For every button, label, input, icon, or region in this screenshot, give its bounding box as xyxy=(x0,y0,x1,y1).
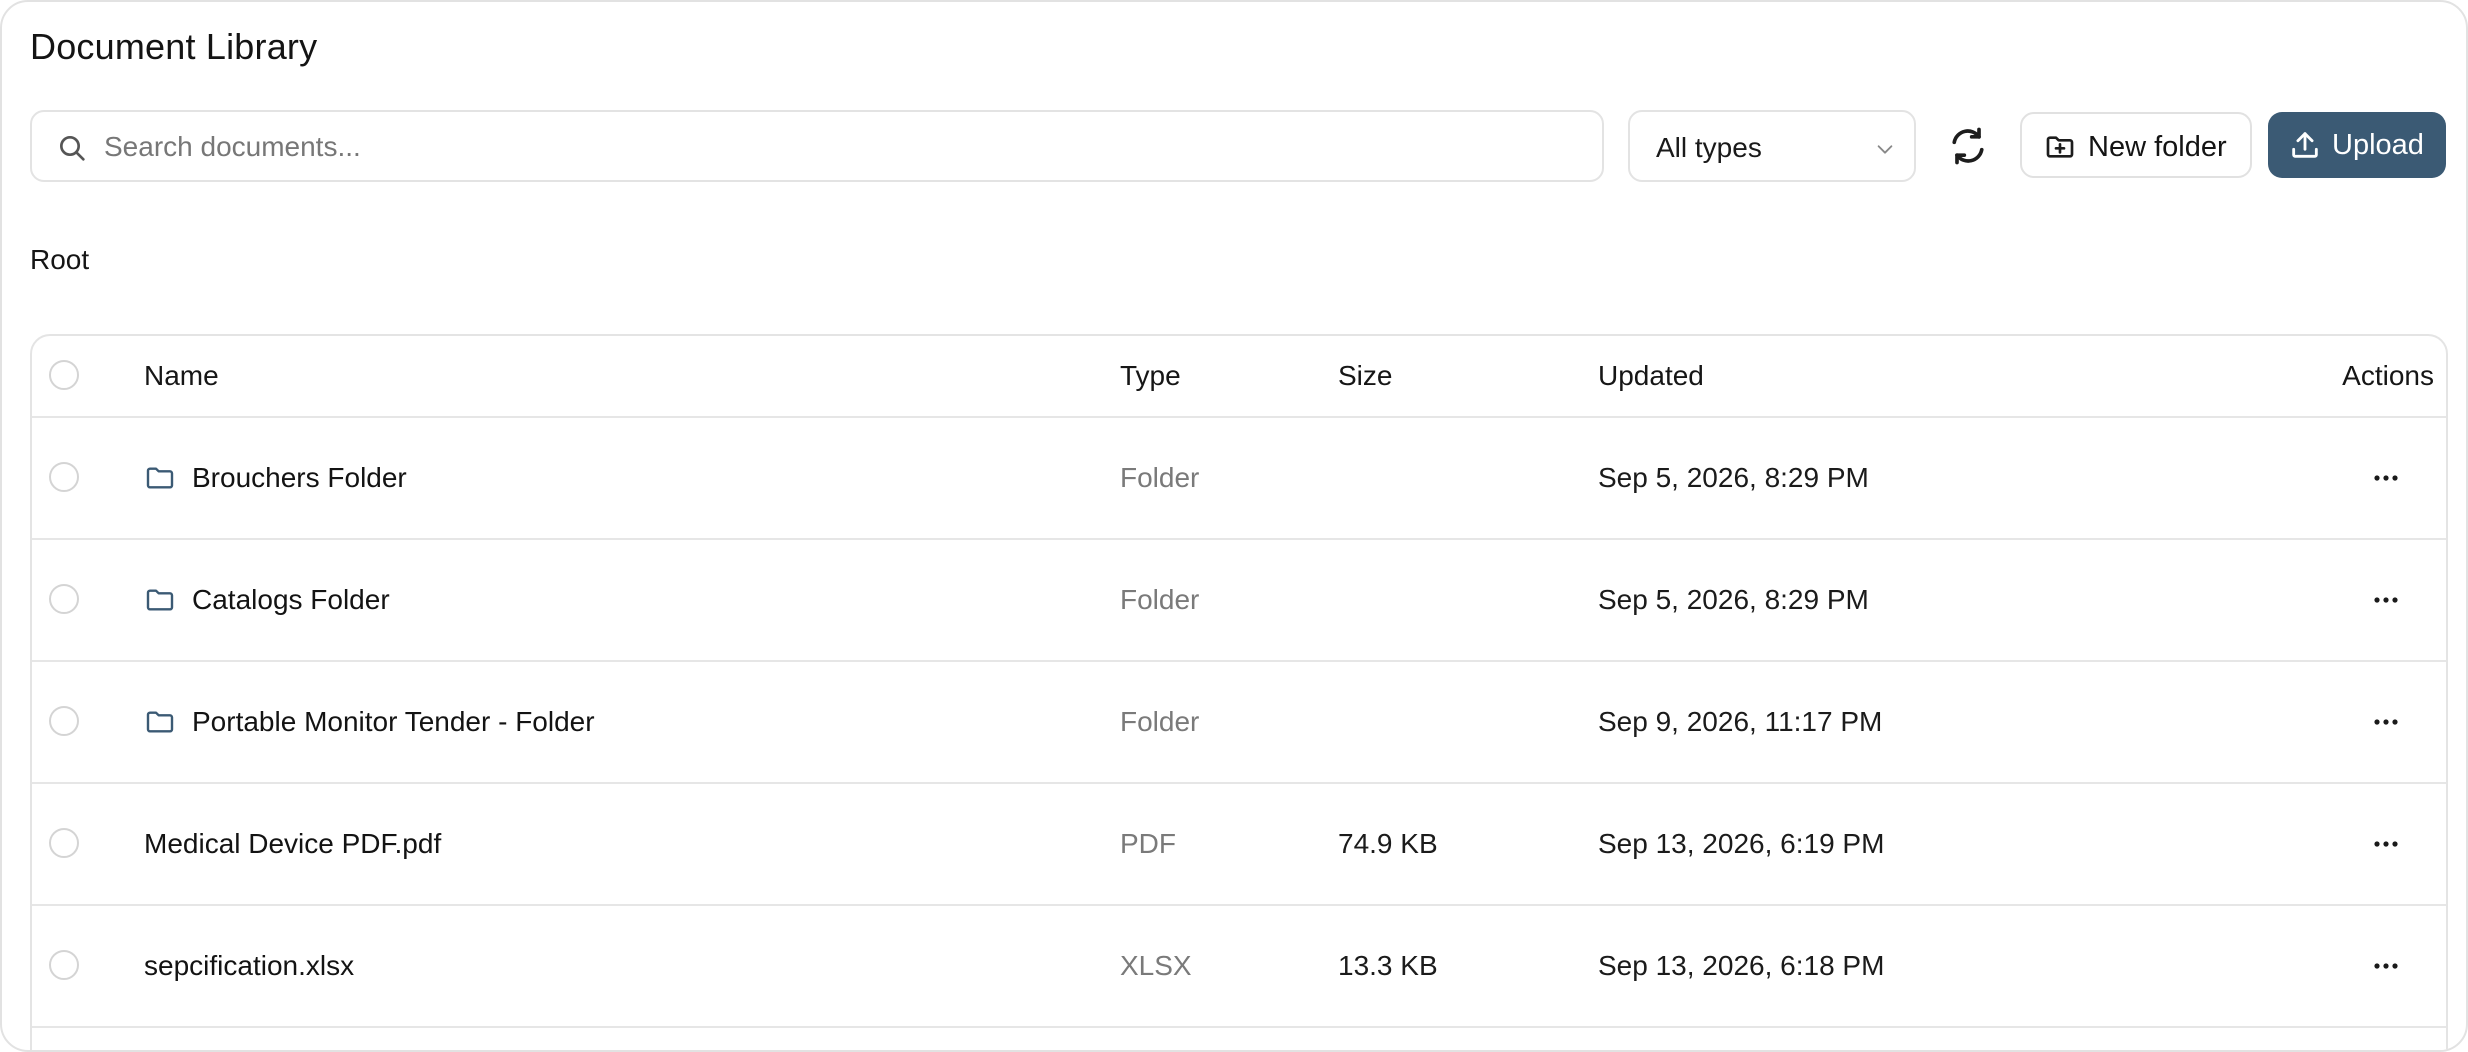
column-header-size[interactable]: Size xyxy=(1338,360,1392,392)
upload-label: Upload xyxy=(2332,129,2424,161)
type-filter-select[interactable]: All types xyxy=(1628,110,1916,182)
upload-icon xyxy=(2292,132,2318,158)
row-updated: Sep 9, 2026, 11:17 PM xyxy=(1598,706,1883,737)
row-updated: Sep 13, 2026, 6:19 PM xyxy=(1598,828,1885,859)
search-input[interactable] xyxy=(104,126,1584,168)
select-all-checkbox[interactable] xyxy=(49,360,79,390)
row-type: Folder xyxy=(1120,706,1200,737)
folder-icon xyxy=(146,589,174,611)
row-updated: Sep 5, 2026, 8:29 PM xyxy=(1598,584,1869,615)
search-box[interactable] xyxy=(30,110,1604,182)
row-name[interactable]: Medical Device PDF.pdf xyxy=(144,828,441,860)
table-row[interactable]: Portable Monitor Tender - Folder Folder … xyxy=(32,662,2446,784)
row-checkbox[interactable] xyxy=(49,828,79,858)
more-actions-icon[interactable] xyxy=(2368,950,2404,982)
table-row[interactable]: Medical Device PDF.pdf PDF 74.9 KB Sep 1… xyxy=(32,784,2446,906)
row-checkbox[interactable] xyxy=(49,462,79,492)
row-checkbox[interactable] xyxy=(49,950,79,980)
upload-button[interactable]: Upload xyxy=(2268,112,2446,178)
more-actions-icon[interactable] xyxy=(2368,584,2404,616)
row-checkbox[interactable] xyxy=(49,706,79,736)
new-folder-label: New folder xyxy=(2088,131,2227,163)
row-updated: Sep 13, 2026, 6:18 PM xyxy=(1598,950,1885,981)
refresh-icon[interactable] xyxy=(1946,124,1990,168)
row-size: 13.3 KB xyxy=(1338,950,1438,981)
column-header-name[interactable]: Name xyxy=(144,360,219,392)
more-actions-icon[interactable] xyxy=(2368,828,2404,860)
chevron-down-icon xyxy=(1877,145,1893,154)
folder-plus-icon xyxy=(2046,136,2074,158)
row-size: 74.9 KB xyxy=(1338,828,1438,859)
more-actions-icon[interactable] xyxy=(2368,462,2404,494)
row-type: Folder xyxy=(1120,462,1200,493)
search-icon xyxy=(60,136,85,161)
column-header-actions: Actions xyxy=(2342,360,2434,391)
row-name[interactable]: Brouchers Folder xyxy=(192,462,407,494)
new-folder-button[interactable]: New folder xyxy=(2020,112,2252,178)
type-filter-value: All types xyxy=(1656,132,1762,163)
table-header-row: Name Type Size Updated Actions xyxy=(32,336,2446,418)
more-actions-icon[interactable] xyxy=(2368,706,2404,738)
row-name[interactable]: sepcification.xlsx xyxy=(144,950,354,982)
document-library-panel: Document Library All types New folder xyxy=(0,0,2468,1052)
row-updated: Sep 5, 2026, 8:29 PM xyxy=(1598,462,1869,493)
table-row[interactable]: Brouchers Folder Folder Sep 5, 2026, 8:2… xyxy=(32,418,2446,540)
breadcrumb[interactable]: Root xyxy=(30,244,89,276)
row-name[interactable]: Catalogs Folder xyxy=(192,584,390,616)
row-type: PDF xyxy=(1120,828,1176,859)
table-row[interactable]: Catalogs Folder Folder Sep 5, 2026, 8:29… xyxy=(32,540,2446,662)
row-name[interactable]: Portable Monitor Tender - Folder xyxy=(192,706,595,738)
table-row[interactable]: sepcification.xlsx XLSX 13.3 KB Sep 13, … xyxy=(32,906,2446,1028)
row-type: Folder xyxy=(1120,584,1200,615)
column-header-type[interactable]: Type xyxy=(1120,360,1181,392)
folder-icon xyxy=(146,711,174,733)
column-header-updated[interactable]: Updated xyxy=(1598,360,1704,392)
documents-table: Name Type Size Updated Actions Brouchers… xyxy=(30,334,2448,1050)
folder-icon xyxy=(146,467,174,489)
row-checkbox[interactable] xyxy=(49,584,79,614)
row-type: XLSX xyxy=(1120,950,1192,981)
page-title: Document Library xyxy=(30,26,318,67)
